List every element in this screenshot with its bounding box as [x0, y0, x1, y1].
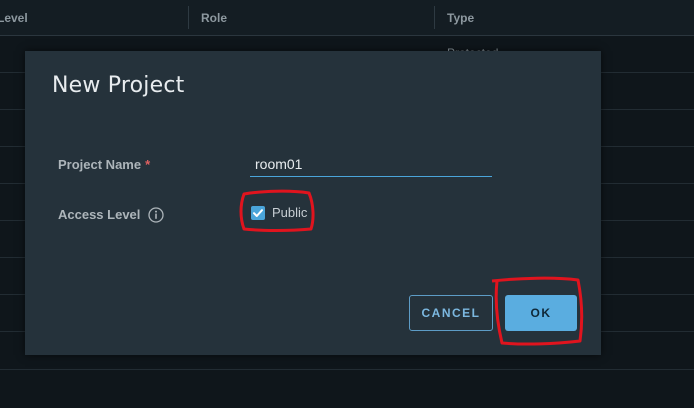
table-row[interactable]: [0, 369, 694, 370]
project-name-label: Project Name *: [58, 157, 150, 172]
info-icon[interactable]: [148, 207, 164, 223]
column-header-role[interactable]: Role: [201, 11, 227, 25]
ok-button[interactable]: OK: [505, 295, 577, 331]
public-checkbox-label[interactable]: Public: [272, 205, 307, 220]
table-header: Level Role Type: [0, 0, 694, 36]
new-project-dialog: New Project Project Name* Access Level P…: [25, 51, 601, 355]
column-divider: [188, 6, 189, 29]
project-name-input[interactable]: [250, 151, 492, 177]
public-checkbox[interactable]: [251, 206, 265, 220]
required-marker: *: [145, 157, 151, 172]
access-level-label: Access Level: [58, 207, 141, 222]
column-divider: [434, 6, 435, 29]
cancel-button[interactable]: CANCEL: [409, 295, 493, 331]
column-header-level[interactable]: Level: [0, 11, 28, 25]
checkmark-icon: [253, 209, 263, 217]
column-header-type[interactable]: Type: [447, 11, 474, 25]
project-name-label-text: Project Name: [58, 157, 142, 172]
dialog-title: New Project: [52, 73, 185, 98]
